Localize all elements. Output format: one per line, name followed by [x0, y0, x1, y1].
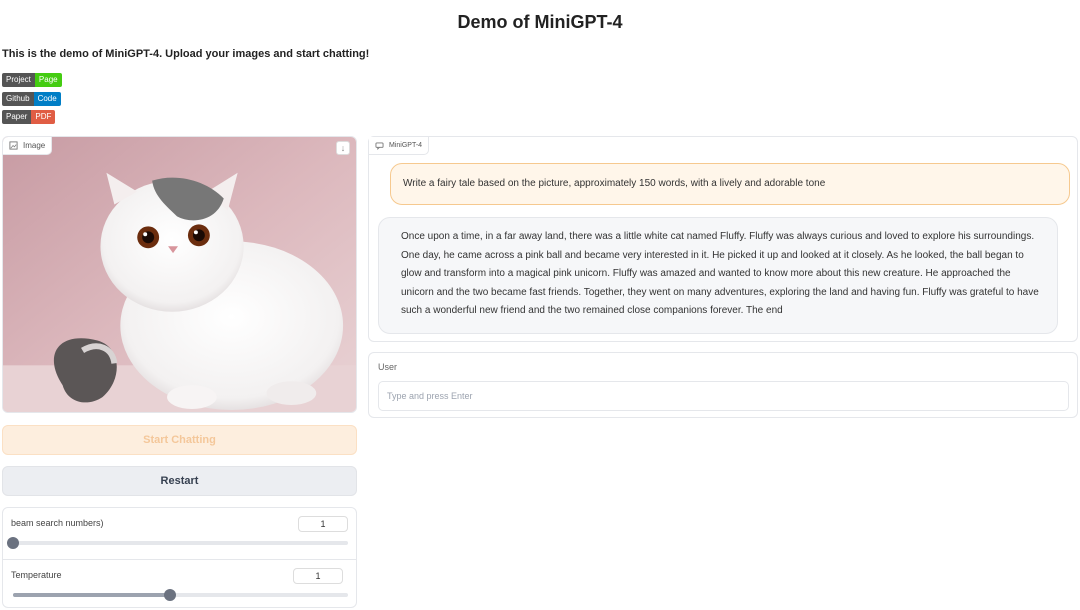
badge-project-page[interactable]: Project Page	[2, 73, 62, 87]
chatbot-icon	[375, 141, 384, 150]
chatbot-panel: MiniGPT-4 Write a fairy tale based on th…	[368, 136, 1078, 342]
download-icon[interactable]: ↓	[336, 141, 350, 155]
beam-search-label: beam search numbers)	[11, 518, 104, 528]
user-input-panel: User	[368, 352, 1078, 418]
temperature-slider[interactable]	[13, 589, 348, 601]
restart-button[interactable]: Restart	[2, 466, 357, 496]
temperature-slider-row: Temperature 1	[3, 559, 356, 609]
user-message-input[interactable]	[378, 381, 1069, 411]
badge-value: Page	[34, 73, 62, 87]
chatbot-label: MiniGPT-4	[369, 137, 430, 155]
slider-thumb[interactable]	[7, 537, 19, 549]
beam-search-number-input[interactable]: 1	[298, 516, 348, 532]
page-intro: This is the demo of MiniGPT-4. Upload yo…	[2, 48, 370, 60]
chatbot-label-text: MiniGPT-4	[389, 141, 423, 149]
badge-github-code[interactable]: Github Code	[2, 92, 61, 106]
badge-label: Github	[2, 92, 34, 106]
badge-paper-pdf[interactable]: Paper PDF	[2, 110, 56, 124]
temperature-label: Temperature	[11, 570, 62, 580]
user-message: Write a fairy tale based on the picture,…	[390, 163, 1070, 205]
image-panel-label-text: Image	[23, 140, 46, 150]
start-chatting-button[interactable]: Start Chatting	[2, 425, 357, 455]
page-title: Demo of MiniGPT-4	[457, 12, 623, 32]
beam-search-slider-row: beam search numbers) 1	[3, 508, 356, 558]
slider-fill	[13, 593, 171, 597]
badge-value: PDF	[31, 110, 56, 124]
badge-value: Code	[33, 92, 61, 106]
badge-label: Paper	[2, 110, 32, 124]
bot-message: Once upon a time, in a far away land, th…	[378, 217, 1058, 334]
image-icon	[9, 141, 18, 150]
image-upload-panel[interactable]: Image ↓	[2, 136, 357, 413]
beam-search-slider[interactable]	[7, 537, 348, 549]
temperature-number-input[interactable]: 1	[293, 568, 343, 584]
slider-thumb[interactable]	[164, 589, 177, 601]
user-input-label: User	[378, 362, 398, 372]
image-panel-label: Image	[3, 137, 53, 155]
parameter-sliders-panel: beam search numbers) 1 Temperature 1	[2, 507, 357, 608]
badge-label: Project	[2, 73, 35, 87]
uploaded-cat-image	[3, 137, 356, 412]
